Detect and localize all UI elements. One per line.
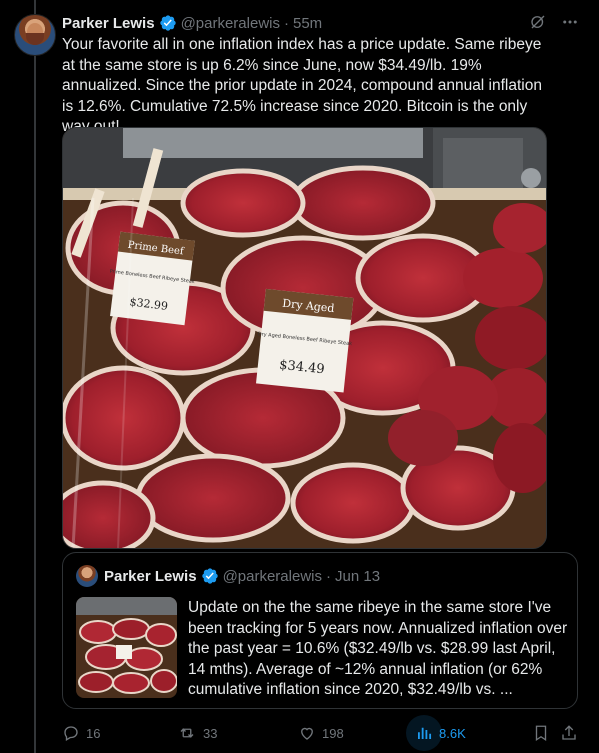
- quote-author-handle[interactable]: @parkeralewis: [223, 568, 322, 585]
- tweet-image[interactable]: Prime Beef Prime Boneless Beef Ribeye St…: [62, 127, 547, 549]
- verified-badge-icon: [159, 14, 177, 32]
- thread-line: [34, 0, 36, 753]
- quote-date[interactable]: Jun 13: [335, 568, 380, 585]
- quote-text: Update on the the same ribeye in the sam…: [188, 599, 568, 698]
- verified-badge-icon: [201, 567, 219, 585]
- share-button[interactable]: [560, 721, 578, 745]
- avatar[interactable]: [14, 14, 56, 56]
- reply-count: 16: [86, 725, 101, 741]
- author-name[interactable]: Parker Lewis: [62, 15, 155, 32]
- quote-avatar[interactable]: [76, 565, 98, 587]
- quote-header: Parker Lewis @parkeralewis · Jun 13: [76, 565, 380, 587]
- action-bar: 16 33 198 8.6K: [62, 715, 582, 751]
- timestamp[interactable]: 55m: [293, 15, 322, 32]
- views-button[interactable]: 8.6K: [415, 721, 466, 745]
- more-icon[interactable]: [561, 13, 579, 31]
- views-icon: [415, 724, 433, 742]
- reply-button[interactable]: 16: [62, 721, 100, 745]
- separator-dot: ·: [284, 14, 289, 32]
- like-count: 198: [322, 725, 344, 741]
- tweet-text: Your favorite all in one inflation index…: [62, 36, 542, 135]
- repost-button[interactable]: 33: [177, 721, 217, 745]
- repost-count: 33: [203, 725, 218, 741]
- repost-icon: [177, 724, 197, 742]
- like-icon: [298, 724, 316, 742]
- bookmark-icon: [532, 724, 550, 742]
- reply-icon: [62, 724, 80, 742]
- views-count: 8.6K: [439, 725, 466, 741]
- quote-author-name[interactable]: Parker Lewis: [104, 568, 197, 585]
- quoted-tweet[interactable]: Parker Lewis @parkeralewis · Jun 13 Upda…: [62, 552, 578, 709]
- quote-thumbnail[interactable]: [76, 597, 177, 698]
- separator-dot: ·: [326, 567, 331, 585]
- tweet-header: Parker Lewis @parkeralewis · 55m: [62, 13, 579, 33]
- bookmark-button[interactable]: [532, 721, 550, 745]
- author-handle[interactable]: @parkeralewis: [181, 15, 280, 32]
- like-button[interactable]: 198: [298, 721, 344, 745]
- share-icon: [560, 724, 578, 742]
- grok-icon[interactable]: [529, 13, 547, 31]
